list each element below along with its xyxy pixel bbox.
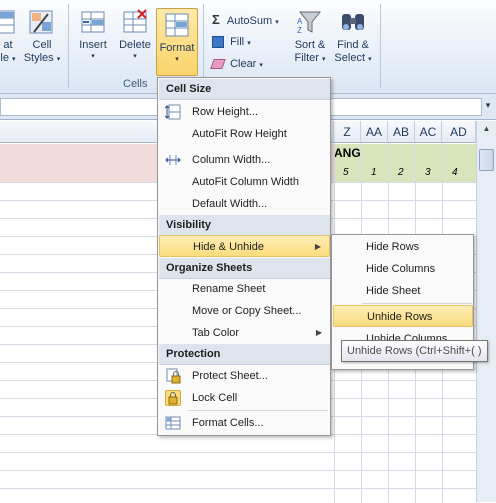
header-number: 5	[343, 167, 349, 178]
menu-header-cell-size: Cell Size	[159, 79, 330, 100]
group-separator	[203, 4, 204, 88]
menu-item-format-cells[interactable]: Format Cells...	[159, 412, 330, 434]
header-number: 1	[371, 167, 377, 178]
header-number: 2	[398, 167, 404, 178]
svg-text:A: A	[297, 17, 303, 26]
clear-button[interactable]: Clear ▾	[210, 57, 263, 73]
column-header-z[interactable]: Z	[334, 121, 361, 143]
fill-down-icon	[212, 36, 224, 49]
eraser-icon	[210, 59, 226, 70]
tooltip: Unhide Rows (Ctrl+Shift+( )	[341, 340, 488, 362]
group-separator	[68, 4, 69, 88]
menu-header-organize-sheets: Organize Sheets	[159, 258, 330, 279]
submenu-item-hide-sheet[interactable]: Hide Sheet	[333, 280, 473, 302]
insert-cells-icon	[79, 8, 107, 36]
menu-item-column-width[interactable]: Column Width...	[159, 149, 330, 171]
header-number: 3	[425, 167, 431, 178]
submenu-arrow-icon: ▶	[314, 242, 321, 251]
submenu-arrow-icon: ▶	[315, 328, 322, 337]
format-cells-icon	[165, 415, 181, 431]
header-number: 4	[452, 167, 458, 178]
padlock-icon	[165, 390, 181, 406]
submenu-item-hide-columns[interactable]: Hide Columns	[333, 258, 473, 280]
format-table-icon	[0, 8, 22, 36]
menu-separator	[188, 410, 328, 411]
row-height-icon	[164, 104, 181, 120]
expand-formula-bar-icon[interactable]: ▾	[482, 100, 494, 114]
menu-item-autofit-row-height[interactable]: AutoFit Row Height	[159, 123, 330, 145]
format-button[interactable]: Format ▾	[156, 8, 198, 76]
column-header-aa[interactable]: AA	[361, 121, 388, 143]
cell-styles-icon	[28, 8, 56, 36]
menu-item-row-height[interactable]: Row Height...	[159, 101, 330, 123]
submenu-item-unhide-rows[interactable]: Unhide Rows	[333, 305, 473, 327]
fill-button[interactable]: Fill ▾	[212, 35, 251, 51]
binoculars-icon	[339, 8, 367, 36]
protect-sheet-icon	[165, 368, 181, 384]
sort-filter-button[interactable]: AZ Sort & Filter ▾	[290, 8, 330, 66]
vertical-scrollbar[interactable]: ▲	[476, 121, 496, 502]
menu-item-move-copy-sheet[interactable]: Move or Copy Sheet...	[159, 300, 330, 322]
menu-header-visibility: Visibility	[159, 215, 330, 236]
menu-item-default-width[interactable]: Default Width...	[159, 193, 330, 215]
header-text: ANG	[334, 146, 361, 160]
insert-button[interactable]: Insert ▾	[74, 8, 112, 62]
menu-item-lock-cell[interactable]: Lock Cell	[159, 387, 330, 409]
menu-separator	[362, 303, 472, 304]
menu-item-rename-sheet[interactable]: Rename Sheet	[159, 278, 330, 300]
cells-group-label: Cells	[123, 78, 148, 90]
sigma-icon: Σ	[212, 12, 220, 27]
menu-header-protection: Protection	[159, 344, 330, 365]
column-header-ac[interactable]: AC	[415, 121, 442, 143]
delete-button[interactable]: Delete ▾	[116, 8, 154, 62]
format-as-table-button[interactable]: at le ▾	[0, 8, 22, 66]
cell-styles-button[interactable]: Cell Styles ▾	[22, 8, 62, 66]
menu-item-autofit-column-width[interactable]: AutoFit Column Width	[159, 171, 330, 193]
column-header-ab[interactable]: AB	[388, 121, 415, 143]
delete-cells-icon	[121, 8, 149, 36]
menu-item-tab-color[interactable]: Tab Color ▶	[159, 322, 330, 344]
menu-item-hide-unhide[interactable]: Hide & Unhide ▶	[159, 235, 330, 257]
group-separator	[380, 4, 381, 88]
format-cells-icon	[163, 11, 191, 39]
submenu-item-hide-rows[interactable]: Hide Rows	[333, 236, 473, 258]
column-width-icon	[165, 152, 181, 168]
column-header-ad[interactable]: AD	[442, 121, 476, 143]
funnel-icon: AZ	[296, 8, 324, 36]
scrollbar-thumb[interactable]	[479, 149, 494, 171]
scroll-up-icon[interactable]: ▲	[479, 124, 494, 138]
menu-item-protect-sheet[interactable]: Protect Sheet...	[159, 365, 330, 387]
autosum-button[interactable]: Σ AutoSum ▾	[212, 13, 279, 30]
svg-text:Z: Z	[297, 26, 302, 35]
format-dropdown-menu: Cell Size Row Height... AutoFit Row Heig…	[157, 77, 331, 436]
find-select-button[interactable]: Find & Select ▾	[332, 8, 374, 66]
